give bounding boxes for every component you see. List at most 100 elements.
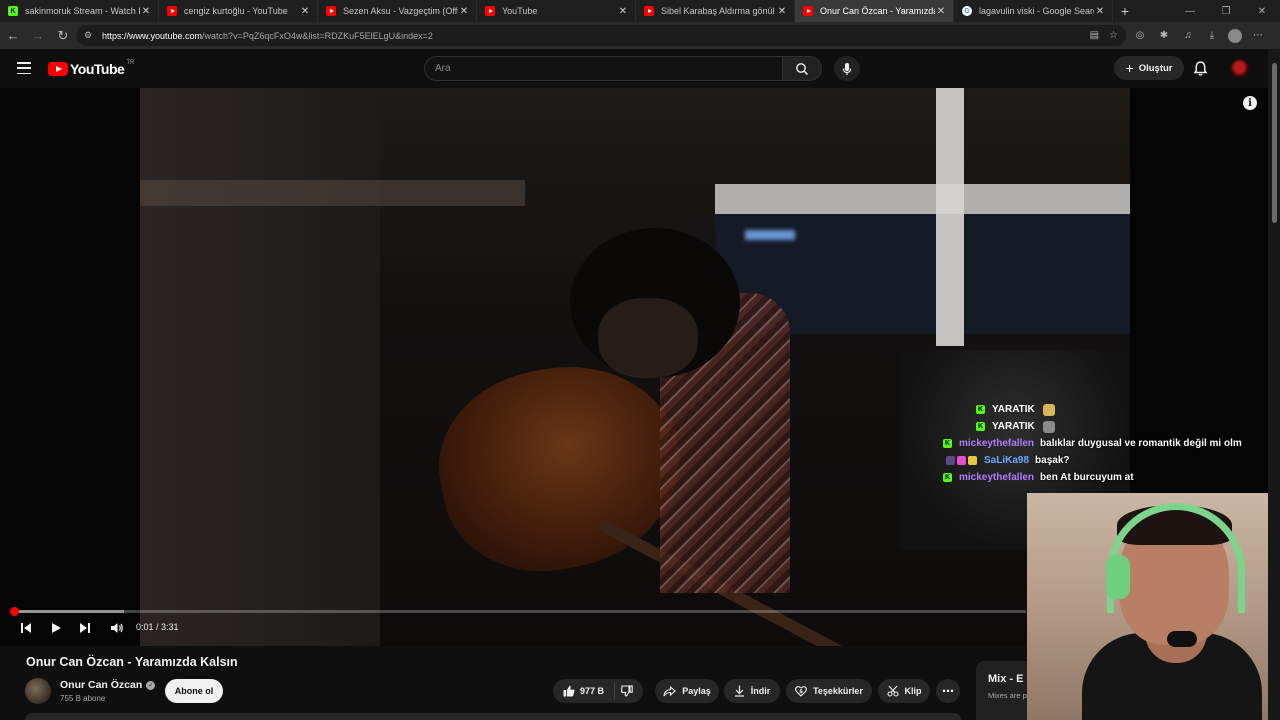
- search-button[interactable]: [782, 56, 822, 81]
- country-code: TR: [126, 60, 135, 66]
- browser-tab-strip: K sakinmoruk Stream - Watch Live on Kick…: [0, 0, 1280, 22]
- logo-text: YouTube: [70, 61, 125, 77]
- download-icon[interactable]: ⤓: [1204, 30, 1220, 41]
- youtube-icon: [644, 6, 654, 16]
- svg-text:$: $: [799, 689, 803, 695]
- bookmark-star-icon[interactable]: ☆: [1109, 30, 1118, 41]
- thanks-button[interactable]: $ Teşekkürler: [786, 679, 872, 703]
- close-icon[interactable]: ✕: [299, 6, 311, 17]
- super-thanks-icon: $: [795, 686, 807, 697]
- chat-message: SaLiKa98 başak?: [940, 452, 1270, 469]
- extension-icon[interactable]: ◎: [1132, 30, 1148, 41]
- like-dislike-group: 977 B: [553, 679, 643, 703]
- scrollbar-thumb[interactable]: [1272, 63, 1277, 223]
- youtube-icon: [803, 6, 813, 16]
- like-count: 977 B: [579, 686, 605, 696]
- youtube-icon: [485, 6, 495, 16]
- info-icon[interactable]: i: [1243, 96, 1257, 110]
- close-icon[interactable]: ✕: [776, 6, 788, 17]
- tab-title: YouTube: [502, 6, 538, 16]
- volume-button[interactable]: [108, 620, 126, 636]
- thumbs-down-icon: [621, 685, 633, 697]
- profile-avatar[interactable]: [1228, 28, 1242, 43]
- webcam-headset-mic: [1167, 631, 1197, 647]
- crown-badge-icon: [968, 456, 977, 465]
- close-icon[interactable]: ✕: [458, 6, 470, 17]
- browser-toolbar: ← → ↻ ⚙ https://www.youtube.com/watch?v=…: [0, 22, 1280, 49]
- video-scene-light: [745, 230, 795, 240]
- youtube-logo[interactable]: YouTube TR: [48, 60, 134, 78]
- more-actions-icon[interactable]: ⋯: [936, 679, 960, 703]
- progress-buffered: [12, 610, 124, 613]
- share-label: Paylaş: [682, 686, 711, 696]
- browser-tab-6-active[interactable]: Onur Can Özcan - Yaramızda Kalsın ✕: [795, 0, 954, 22]
- share-button[interactable]: Paylaş: [655, 679, 719, 703]
- reload-icon[interactable]: ↻: [51, 25, 75, 47]
- previous-button[interactable]: [18, 620, 34, 636]
- share-icon: [663, 685, 677, 696]
- browser-tab-2[interactable]: cengiz kurtoğlu - YouTube ✕: [159, 0, 318, 22]
- create-button[interactable]: + Oluştur: [1114, 56, 1184, 80]
- browser-tab-1[interactable]: K sakinmoruk Stream - Watch Live on Kick…: [0, 0, 159, 22]
- download-button[interactable]: İndir: [724, 679, 780, 703]
- thumbs-up-icon: [563, 685, 575, 697]
- menu-icon[interactable]: [17, 62, 31, 74]
- channel-name-row[interactable]: Onur Can Özcan ✓: [60, 679, 156, 691]
- chat-text: başak?: [1035, 455, 1070, 466]
- channel-avatar[interactable]: [25, 678, 51, 704]
- browser-tab-7[interactable]: G lagavulin viski - Google Search ✕: [954, 0, 1113, 22]
- mix-title: Mix - E: [988, 673, 1024, 685]
- chat-text: balıklar duygusal ve romantik değil mi o…: [1040, 438, 1242, 449]
- new-tab-icon[interactable]: +: [1113, 0, 1137, 22]
- search-input[interactable]: [435, 63, 782, 74]
- close-icon[interactable]: ✕: [935, 6, 947, 17]
- extension-icons: ◎ ✱ ♫ ⤓ ⋯: [1132, 25, 1266, 46]
- chat-username: YARATIK: [992, 404, 1035, 415]
- search-box: [424, 56, 782, 81]
- restore-icon[interactable]: ❐: [1208, 0, 1244, 22]
- voice-search-button[interactable]: [834, 56, 860, 81]
- browser-tab-3[interactable]: Sezen Aksu - Vazgeçtim (Official Audio) …: [318, 0, 477, 22]
- minimize-icon[interactable]: —: [1172, 0, 1208, 22]
- chat-message: K mickeythefallen ben At burcuyum at: [940, 469, 1270, 486]
- puzzle-icon[interactable]: ✱: [1156, 30, 1172, 41]
- account-avatar[interactable]: [1230, 59, 1249, 78]
- close-icon[interactable]: ✕: [617, 6, 629, 17]
- volume-icon: [111, 623, 123, 633]
- clip-label: Klip: [904, 686, 922, 696]
- time-display: 0:01 / 3:31: [136, 622, 179, 632]
- menu-dots-icon[interactable]: ⋯: [1250, 30, 1266, 41]
- chat-username: SaLiKa98: [984, 455, 1030, 466]
- back-icon[interactable]: ←: [1, 25, 25, 47]
- webcam-headset-earcup: [1106, 555, 1130, 599]
- progress-bar[interactable]: [12, 610, 1026, 613]
- skip-previous-icon: [21, 623, 31, 633]
- address-bar[interactable]: ⚙ https://www.youtube.com/watch?v=PqZ6qc…: [76, 25, 1126, 46]
- video-title: Onur Can Özcan - Yaramızda Kalsın: [26, 655, 238, 669]
- close-icon[interactable]: ✕: [1094, 6, 1106, 17]
- site-info-icon[interactable]: ⚙: [84, 30, 98, 41]
- url-path: /watch?v=PqZ6qcFxO4w&list=RDZKuF5ElELgU&…: [202, 30, 433, 41]
- play-button[interactable]: [48, 620, 64, 636]
- channel-name[interactable]: Onur Can Özcan: [60, 679, 142, 691]
- notifications-bell-icon[interactable]: [1192, 60, 1209, 77]
- browser-tab-4[interactable]: YouTube ✕: [477, 0, 636, 22]
- description-box[interactable]: [25, 713, 961, 720]
- scrubber-handle[interactable]: [10, 607, 19, 616]
- emote-icon: [1042, 420, 1055, 433]
- chat-message: K YARATIK: [940, 418, 1270, 435]
- close-icon[interactable]: ✕: [140, 6, 152, 17]
- chat-username: mickeythefallen: [959, 472, 1035, 483]
- browser-tab-5[interactable]: Sibel Karabaş Aldırma gönül Aldırma ✕: [636, 0, 795, 22]
- next-button[interactable]: [77, 620, 93, 636]
- dislike-button[interactable]: [621, 685, 633, 697]
- close-window-icon[interactable]: ✕: [1244, 0, 1280, 22]
- clip-button[interactable]: Klip: [878, 679, 930, 703]
- create-label: Oluştur: [1138, 62, 1173, 74]
- forward-icon[interactable]: →: [26, 25, 50, 47]
- like-button[interactable]: 977 B: [563, 683, 616, 699]
- youtube-icon: [48, 62, 68, 76]
- subscribe-button[interactable]: Abone ol: [165, 679, 223, 703]
- sidebar-icon[interactable]: ♫: [1180, 30, 1196, 41]
- reader-mode-icon[interactable]: ▤: [1090, 30, 1099, 41]
